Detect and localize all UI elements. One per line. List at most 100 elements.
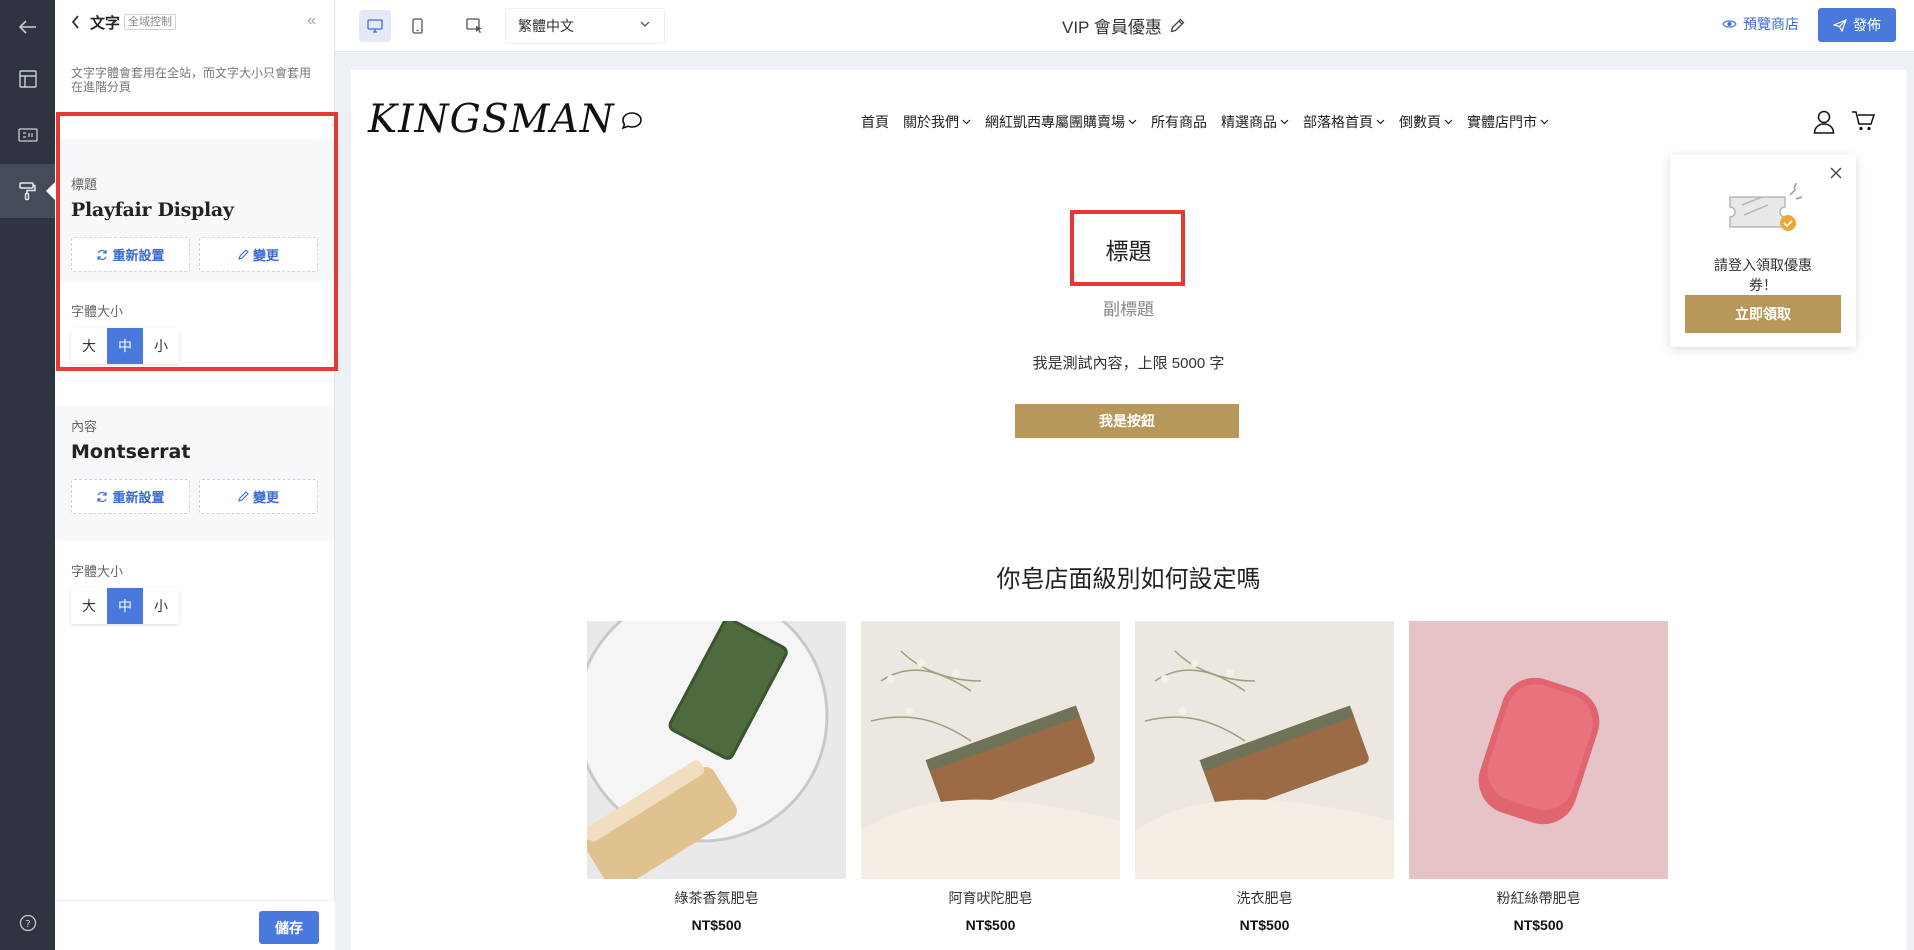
nav-item-label: 首頁 [861, 114, 889, 130]
help-button[interactable]: ? [0, 896, 55, 950]
product-price: NT$500 [1513, 917, 1564, 933]
save-button[interactable]: 儲存 [259, 911, 319, 944]
inspect-button[interactable] [459, 10, 491, 42]
heading-font-section: 標題 Playfair Display 重新設置 變更 [55, 139, 334, 281]
back-button[interactable] [0, 0, 55, 54]
nav-item-label: 所有商品 [1151, 114, 1207, 130]
publish-label: 發佈 [1853, 17, 1881, 33]
heading-change-label: 變更 [252, 248, 279, 263]
nav-item-blog[interactable]: 部落格首頁 [1303, 112, 1385, 132]
body-size-medium[interactable]: 中 [107, 588, 143, 624]
chevron-down-icon [640, 21, 650, 27]
heading-change-button[interactable]: 變更 [199, 237, 318, 272]
panel-title: 文字 [90, 14, 121, 32]
claim-coupon-button[interactable]: 立即領取 [1685, 295, 1841, 333]
product-name: 粉紅絲帶肥皂 [1496, 890, 1581, 906]
editor-topbar: 繁體中文 VIP 會員優惠 預覽商店 發佈 [335, 0, 1914, 52]
nav-item-label: 精選商品 [1221, 114, 1277, 130]
body-font-label: 內容 [71, 419, 98, 434]
pencil-icon [238, 491, 249, 502]
page-title-text: VIP 會員優惠 [1062, 18, 1162, 37]
heading-size-selector: 大 中 小 [71, 328, 179, 364]
nav-item-featured[interactable]: 精選商品 [1221, 112, 1289, 132]
language-select-value: 繁體中文 [518, 18, 574, 34]
coupon-text: 請登入領取優惠券！ [1714, 257, 1812, 293]
panel-description: 文字字體會套用在全站，而文字大小只會套用在進階分頁 [71, 66, 312, 94]
hero-button[interactable]: 我是按鈕 [1015, 404, 1239, 438]
mobile-view-button[interactable] [401, 10, 433, 42]
site-logo[interactable]: KINGSMAN [368, 97, 615, 142]
panel-header: 文字 全域控制 « [55, 0, 334, 44]
nav-item-label: 部落格首頁 [1303, 114, 1373, 130]
heading-size-medium[interactable]: 中 [107, 328, 143, 364]
seo-icon [17, 128, 38, 142]
product-card[interactable]: 阿育吠陀肥皂 NT$500 [861, 621, 1120, 933]
svg-text:?: ? [25, 919, 30, 930]
cart-icon[interactable] [1851, 110, 1876, 132]
body-size-large[interactable]: 大 [71, 588, 107, 624]
nav-item-label: 倒數頁 [1399, 114, 1441, 130]
product-price: NT$500 [965, 917, 1016, 933]
chevron-down-icon [1540, 119, 1549, 125]
coupon-popup: 請登入領取優惠券！ 立即領取 [1670, 155, 1856, 347]
refresh-icon [97, 249, 108, 260]
product-price: NT$500 [1239, 917, 1290, 933]
body-reset-button[interactable]: 重新設置 [71, 479, 190, 514]
back-arrow-icon [18, 20, 36, 34]
global-control-tag: 全域控制 [124, 14, 177, 30]
heading-size-small[interactable]: 小 [143, 328, 179, 364]
icon-rail: ? [0, 0, 55, 950]
body-size-label: 字體大小 [71, 564, 124, 579]
nav-item-stores[interactable]: 實體店門市 [1467, 112, 1549, 132]
save-bar: 儲存 [55, 900, 335, 950]
heading-size-large[interactable]: 大 [71, 328, 107, 364]
eye-icon [1722, 20, 1737, 28]
theme-button[interactable] [0, 164, 55, 218]
nav-item-label: 網紅凱西專屬團購賣場 [985, 114, 1125, 130]
nav-item-all-products[interactable]: 所有商品 [1151, 112, 1207, 132]
send-icon [1833, 18, 1847, 32]
edit-pencil-icon[interactable] [1170, 18, 1185, 33]
pencil-icon [238, 249, 249, 260]
cursor-select-icon [466, 18, 482, 34]
language-select[interactable]: 繁體中文 [505, 8, 665, 44]
hero-body[interactable]: 我是測試內容，上限 5000 字 [351, 352, 1906, 373]
section-title[interactable]: 你皂店面級別如何設定嗎 [351, 559, 1906, 594]
brush-icon [18, 182, 36, 201]
product-image-green-tea-soap [587, 621, 846, 879]
chevron-down-icon [962, 119, 971, 125]
body-size-section: 字體大小 大 中 小 [55, 541, 334, 641]
chevron-down-icon [1128, 119, 1137, 125]
nav-item-about[interactable]: 關於我們 [903, 112, 971, 132]
seo-button[interactable] [0, 108, 55, 162]
heading-reset-label: 重新設置 [112, 248, 165, 263]
product-card[interactable]: 粉紅絲帶肥皂 NT$500 [1409, 621, 1668, 933]
product-card[interactable]: 洗衣肥皂 NT$500 [1135, 621, 1394, 933]
product-name: 阿育吠陀肥皂 [948, 890, 1033, 906]
heading-font-label: 標題 [71, 177, 98, 192]
help-icon: ? [19, 914, 36, 932]
nav-item-countdown[interactable]: 倒數頁 [1399, 112, 1453, 132]
body-change-button[interactable]: 變更 [199, 479, 318, 514]
nav-item-group-buy[interactable]: 網紅凱西專屬團購賣場 [985, 112, 1137, 132]
chevron-down-icon [1376, 119, 1385, 125]
layout-button[interactable] [0, 52, 55, 106]
chevron-left-icon[interactable] [71, 15, 80, 29]
body-change-label: 變更 [252, 490, 279, 505]
nav-item-home[interactable]: 首頁 [861, 112, 889, 132]
chevron-down-icon [1280, 119, 1289, 125]
chat-bubble-icon[interactable] [621, 111, 643, 131]
preview-store-link[interactable]: 預覽商店 [1722, 14, 1799, 34]
body-size-small[interactable]: 小 [143, 588, 179, 624]
product-image-pink-ribbon-soap [1409, 621, 1668, 879]
desktop-view-button[interactable] [359, 10, 391, 42]
user-icon[interactable] [1813, 110, 1835, 134]
body-font-name: Montserrat [71, 441, 191, 463]
collapse-panel-icon[interactable]: « [307, 12, 316, 30]
nav-item-label: 實體店門市 [1467, 114, 1537, 130]
close-icon[interactable] [1830, 167, 1842, 179]
heading-reset-button[interactable]: 重新設置 [71, 237, 190, 272]
refresh-icon [97, 491, 108, 502]
product-card[interactable]: 綠茶香氛肥皂 NT$500 [587, 621, 846, 933]
publish-button[interactable]: 發佈 [1818, 8, 1896, 42]
